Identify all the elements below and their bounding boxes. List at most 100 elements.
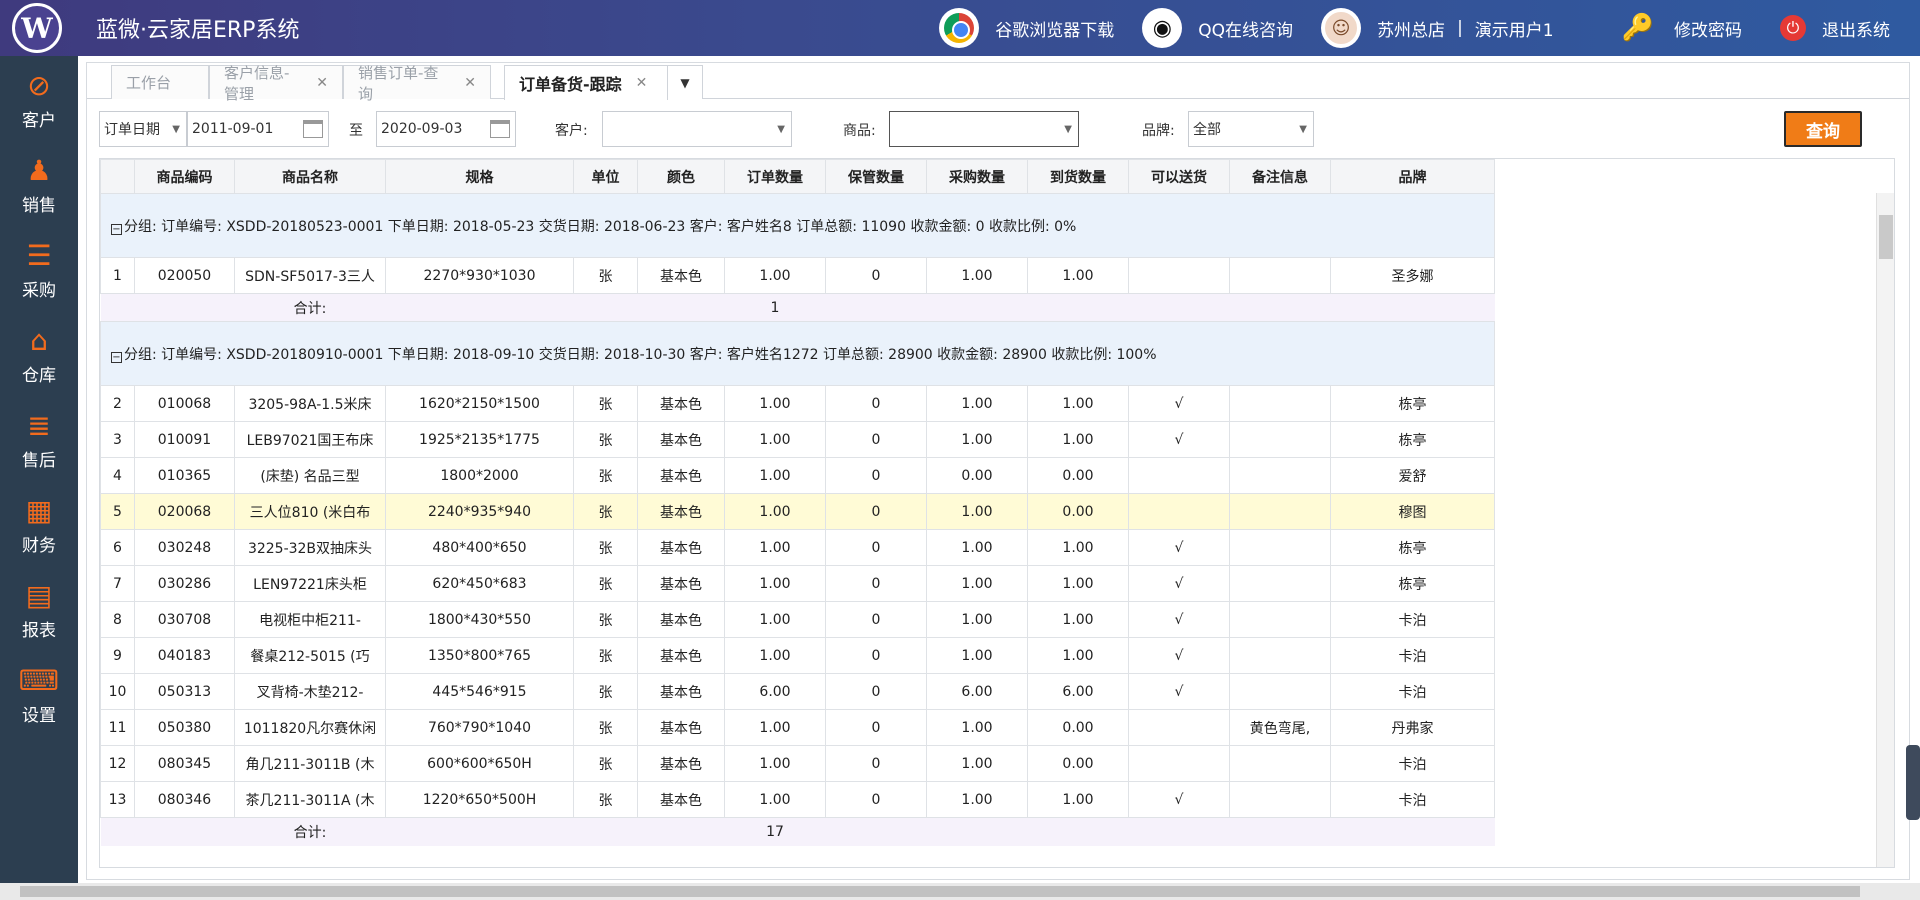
column-header[interactable]: 品牌	[1330, 159, 1495, 194]
table-cell[interactable]: 0.00	[1027, 745, 1129, 782]
table-cell[interactable]	[1128, 257, 1230, 294]
table-cell[interactable]: 760*790*1040	[385, 709, 574, 746]
horizontal-scrollbar[interactable]	[0, 883, 1920, 900]
close-icon[interactable]: ✕	[316, 75, 328, 91]
table-cell[interactable]: 张	[573, 709, 638, 746]
table-cell[interactable]: 卡泊	[1330, 637, 1495, 674]
table-cell[interactable]: 0	[825, 673, 927, 710]
table-cell[interactable]: 6.00	[926, 673, 1028, 710]
table-cell[interactable]: 1800*2000	[385, 457, 574, 494]
table-cell[interactable]: 0	[825, 385, 927, 422]
table-cell[interactable]: 基本色	[637, 601, 725, 638]
query-button[interactable]: 查询	[1784, 111, 1862, 147]
table-cell[interactable]: 1.00	[926, 709, 1028, 746]
table-cell[interactable]: 1.00	[926, 745, 1028, 782]
table-cell[interactable]: 1.00	[724, 601, 826, 638]
table-cell[interactable]: 叉背椅-木垫212-	[234, 673, 386, 710]
table-cell[interactable]: 445*546*915	[385, 673, 574, 710]
table-cell[interactable]	[1229, 529, 1331, 566]
table-cell[interactable]: 010365	[134, 457, 235, 494]
table-cell[interactable]: 1800*430*550	[385, 601, 574, 638]
table-cell[interactable]: 基本色	[637, 637, 725, 674]
table-cell[interactable]	[1229, 565, 1331, 602]
table-row[interactable]: 7 030286 LEN97221床头柜 620*450*683 张基本色 1.00 0 1.…	[100, 565, 1495, 602]
table-cell[interactable]: 张	[573, 385, 638, 422]
table-cell[interactable]: 卡泊	[1330, 745, 1495, 782]
collapse-icon[interactable]: −	[111, 351, 122, 363]
table-cell[interactable]: 1.00	[926, 565, 1028, 602]
table-cell[interactable]: 基本色	[637, 257, 725, 294]
table-cell[interactable]: 1.00	[1027, 529, 1129, 566]
date-from-input[interactable]: 2011-09-01	[187, 111, 329, 147]
table-cell[interactable]: 2240*935*940	[385, 493, 574, 530]
table-cell[interactable]: 0	[825, 601, 927, 638]
table-cell[interactable]: 基本色	[637, 745, 725, 782]
column-header[interactable]: 商品编码	[134, 159, 235, 194]
tab-workbench[interactable]: 工作台	[111, 65, 209, 99]
column-header[interactable]: 可以送货	[1128, 159, 1230, 194]
table-cell[interactable]	[1128, 457, 1230, 494]
table-cell[interactable]: 餐桌212-5015 (巧	[234, 637, 386, 674]
table-cell[interactable]: 爱舒	[1330, 457, 1495, 494]
table-cell[interactable]: 1.00	[1027, 385, 1129, 422]
table-cell[interactable]: 卡泊	[1330, 601, 1495, 638]
table-cell[interactable]	[1128, 493, 1230, 530]
table-cell[interactable]: 穆图	[1330, 493, 1495, 530]
table-cell[interactable]: √	[1128, 781, 1230, 818]
table-cell[interactable]: 基本色	[637, 493, 725, 530]
table-cell[interactable]: 1.00	[724, 637, 826, 674]
sidebar-item-warehouse[interactable]: ⌂ 仓库	[0, 315, 78, 395]
brand-select[interactable]: 全部 ▼	[1188, 111, 1314, 147]
table-cell[interactable]: 1.00	[724, 529, 826, 566]
product-select[interactable]: ▼	[889, 111, 1079, 147]
table-cell[interactable]	[1229, 781, 1331, 818]
table-cell[interactable]: 9	[100, 637, 135, 674]
table-row[interactable]: 6 030248 3225-32B双抽床头 480*400*650 张基本色 1.00 0 1…	[100, 529, 1495, 566]
table-cell[interactable]	[1128, 709, 1230, 746]
table-cell[interactable]: 6.00	[1027, 673, 1129, 710]
table-cell[interactable]: 3225-32B双抽床头	[234, 529, 386, 566]
table-cell[interactable]: 电视柜中柜211-	[234, 601, 386, 638]
table-cell[interactable]: 080346	[134, 781, 235, 818]
table-cell[interactable]: 基本色	[637, 421, 725, 458]
table-cell[interactable]: 栋亭	[1330, 529, 1495, 566]
table-cell[interactable]: 6	[100, 529, 135, 566]
sidebar-item-reports[interactable]: ▤ 报表	[0, 570, 78, 650]
table-cell[interactable]: 4	[100, 457, 135, 494]
table-row[interactable]: 8 030708 电视柜中柜211- 1800*430*550 张基本色 1.00 0 1.0…	[100, 601, 1495, 638]
side-widget[interactable]	[1906, 745, 1920, 820]
table-cell[interactable]: 0.00	[1027, 493, 1129, 530]
column-header[interactable]: 备注信息	[1229, 159, 1331, 194]
customer-select[interactable]: ▼	[602, 111, 792, 147]
column-header[interactable]: 单位	[573, 159, 638, 194]
table-cell[interactable]: 卡泊	[1330, 781, 1495, 818]
table-cell[interactable]: 10	[100, 673, 135, 710]
close-icon[interactable]: ✕	[636, 75, 648, 91]
table-cell[interactable]: 1.00	[724, 493, 826, 530]
vertical-scrollbar[interactable]	[1876, 193, 1894, 867]
sidebar-item-finance[interactable]: ▦ 财务	[0, 485, 78, 565]
table-cell[interactable]: 0.00	[926, 457, 1028, 494]
table-cell[interactable]: 0	[825, 457, 927, 494]
table-cell[interactable]: 卡泊	[1330, 673, 1495, 710]
table-row[interactable]: 10 050313 叉背椅-木垫212- 445*546*915 张基本色 6.00 0 6.…	[100, 673, 1495, 710]
table-cell[interactable]	[1229, 257, 1331, 294]
user-info[interactable]: ☺ 苏州总店 | 演示用户1	[1321, 8, 1554, 48]
column-header[interactable]: 到货数量	[1027, 159, 1129, 194]
table-cell[interactable]: 张	[573, 421, 638, 458]
browser-download-link[interactable]: 谷歌浏览器下载	[939, 8, 1114, 48]
table-cell[interactable]: 1.00	[926, 385, 1028, 422]
table-cell[interactable]: 张	[573, 637, 638, 674]
table-cell[interactable]: 基本色	[637, 385, 725, 422]
table-cell[interactable]: 0	[825, 529, 927, 566]
table-row[interactable]: 2 010068 3205-98A-1.5米床 1620*2150*1500 张基本色 1…	[100, 385, 1495, 422]
table-cell[interactable]: 080345	[134, 745, 235, 782]
table-cell[interactable]: 010068	[134, 385, 235, 422]
table-cell[interactable]: 1.00	[926, 601, 1028, 638]
table-cell[interactable]: 三人位810 (米白布	[234, 493, 386, 530]
column-header[interactable]: 采购数量	[926, 159, 1028, 194]
table-cell[interactable]: 1.00	[724, 565, 826, 602]
sidebar-item-purchase[interactable]: ☰ 采购	[0, 230, 78, 310]
tab-customer-info[interactable]: 客户信息-管理 ✕	[209, 64, 343, 103]
table-cell[interactable]: 1.00	[1027, 257, 1129, 294]
